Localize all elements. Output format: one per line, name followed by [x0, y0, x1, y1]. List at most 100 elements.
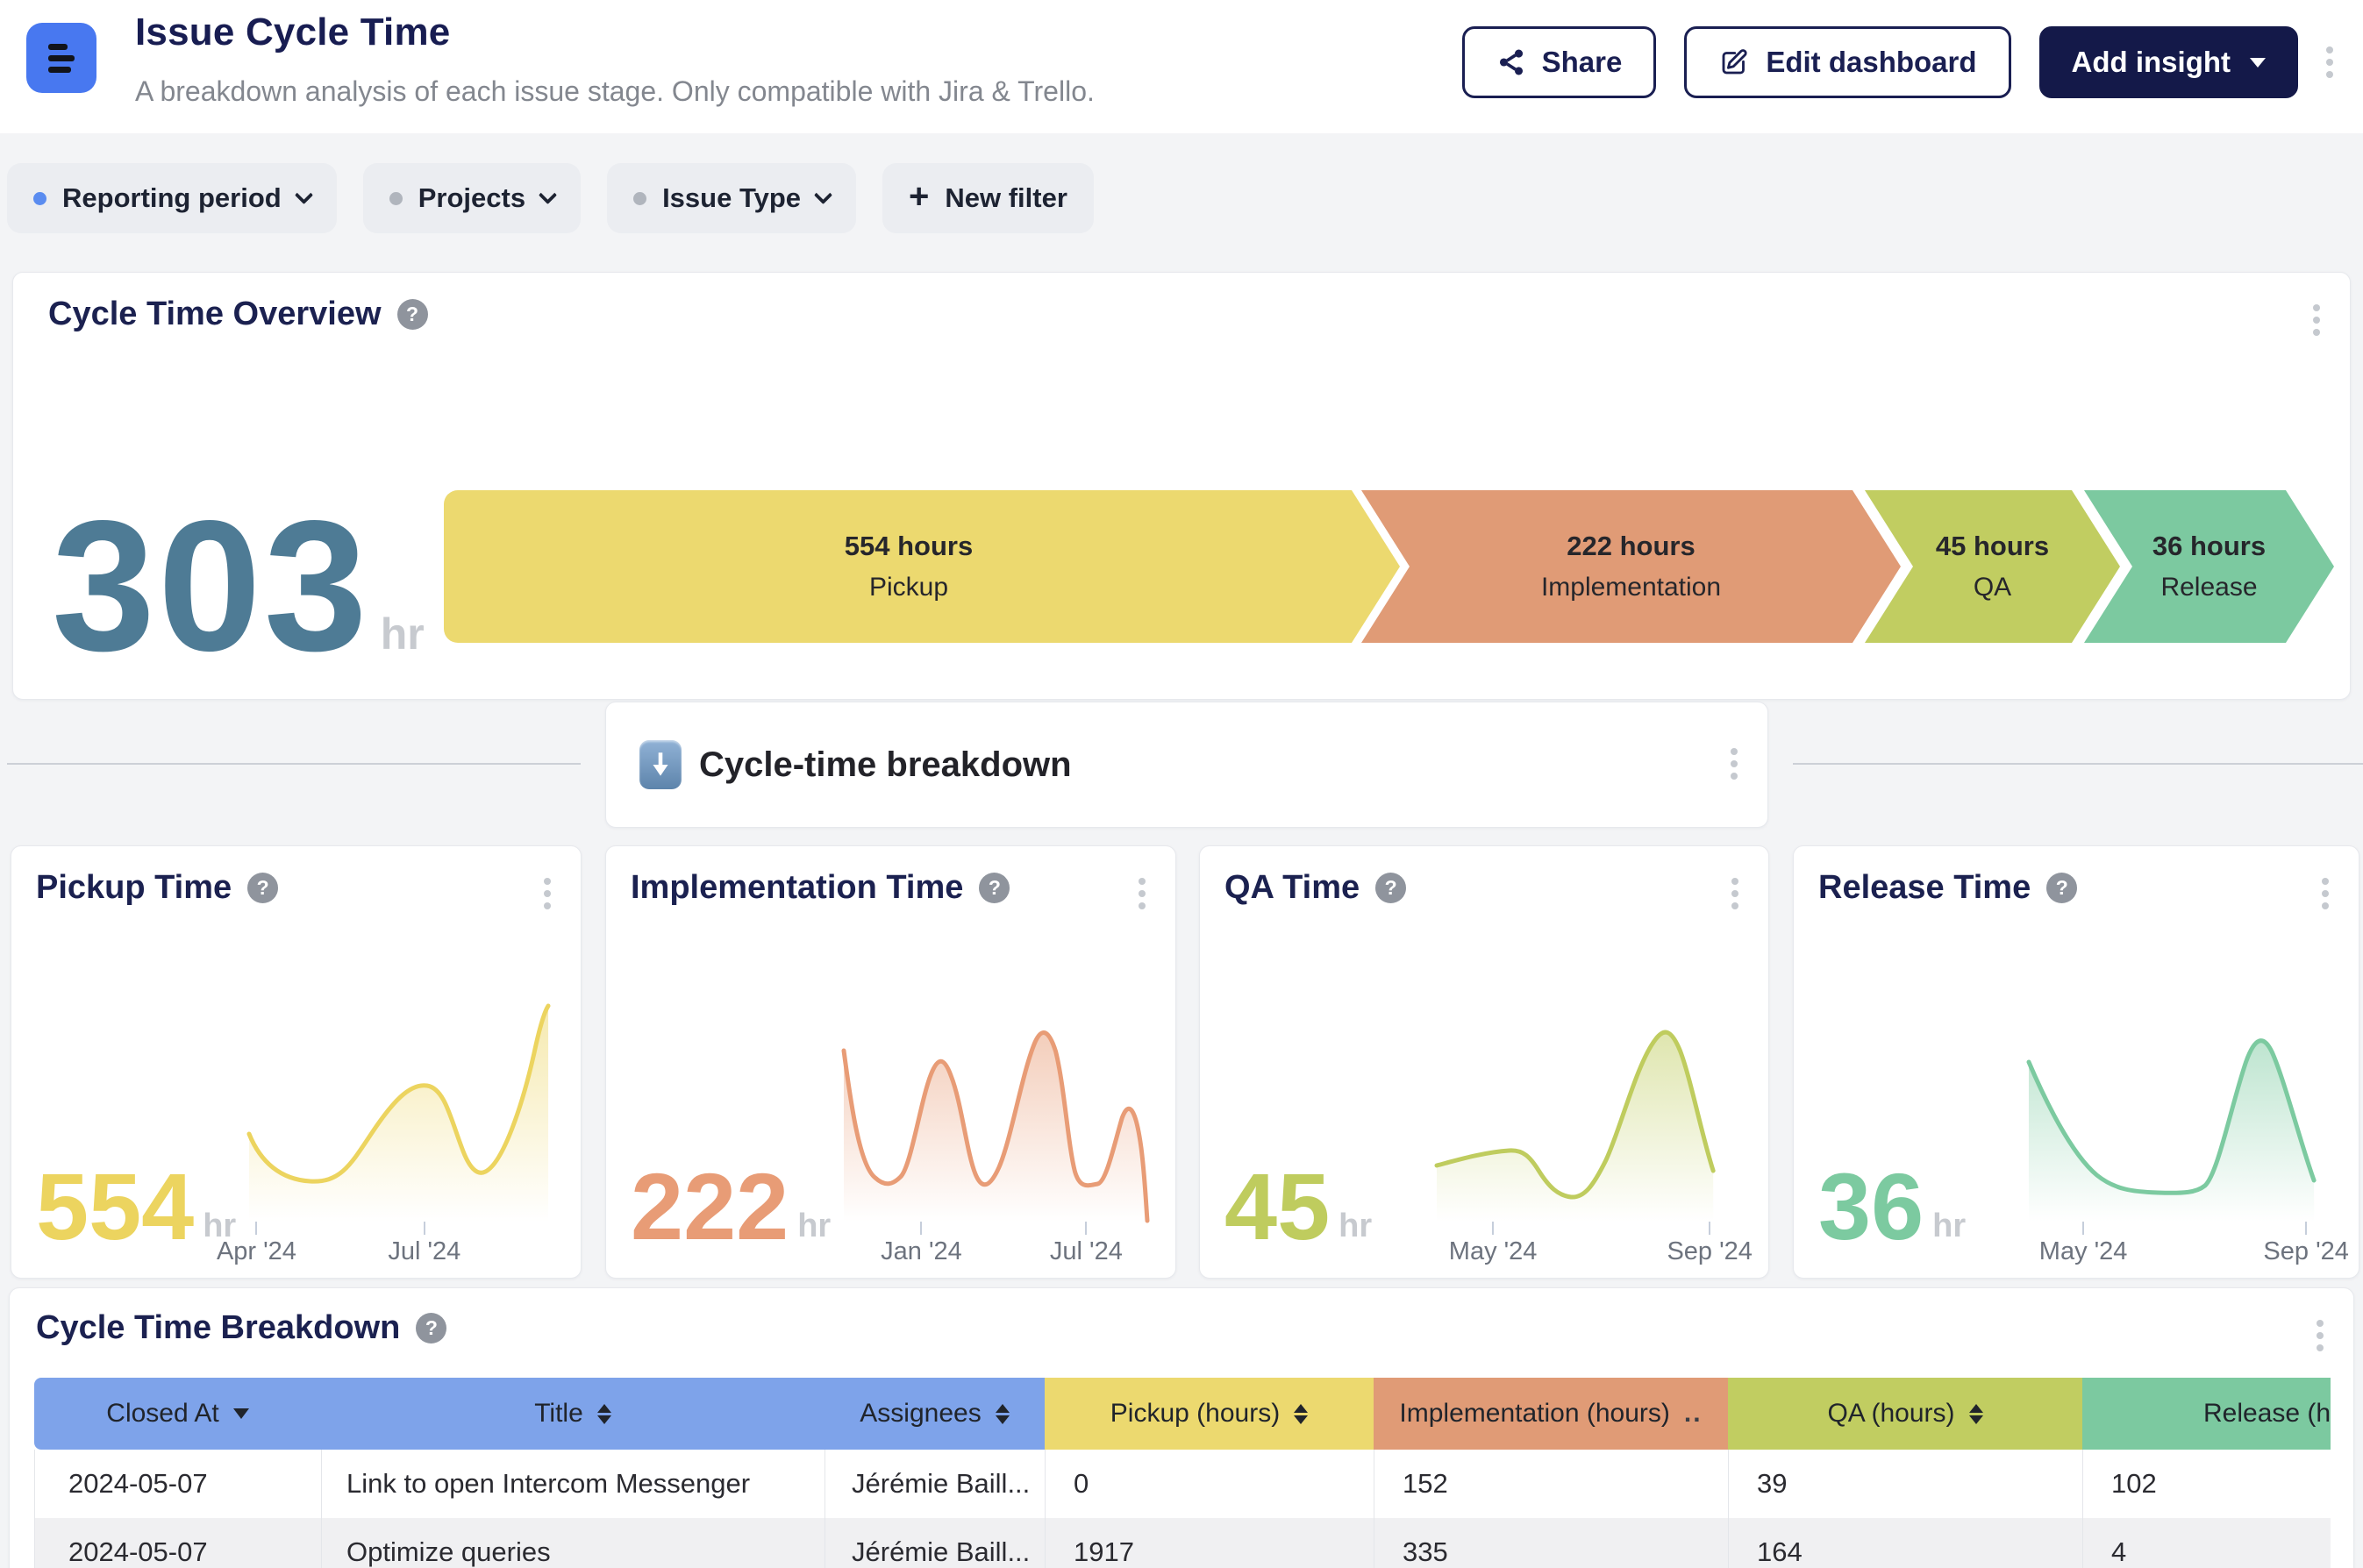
funnel-stage-implementation[interactable]: 222 hours Implementation — [1361, 490, 1901, 643]
edit-dashboard-button[interactable]: Edit dashboard — [1684, 26, 2010, 98]
metric-value: 36 hr — [1818, 1169, 1966, 1244]
cell-assignees: Jérémie Baill... — [825, 1450, 1045, 1518]
filter-reporting-period[interactable]: Reporting period — [7, 163, 337, 233]
overview-card-title: Cycle Time Overview — [48, 296, 382, 333]
axis-tick-label: Jul '24 — [1050, 1237, 1123, 1266]
page-title: Issue Cycle Time — [135, 11, 450, 54]
metric-card-title: Implementation Time — [631, 869, 963, 907]
funnel-stage-qa[interactable]: 45 hours QA — [1865, 490, 2120, 643]
cell-title: Optimize queries — [321, 1518, 825, 1568]
column-header-closed-at[interactable]: Closed At — [34, 1378, 321, 1450]
filter-bar: Reporting period Projects Issue Type + N… — [7, 163, 1094, 233]
pickup-sparkline-chart — [247, 1002, 553, 1222]
qa-time-card: QA Time May '24 Sep '24 45 hr — [1199, 845, 1769, 1279]
release-sparkline-chart — [2025, 1002, 2331, 1222]
section-divider-left — [7, 763, 581, 765]
cell-closed-at: 2024-05-07 — [34, 1518, 321, 1568]
overview-more-options-icon[interactable] — [2313, 304, 2320, 336]
new-filter-button[interactable]: + New filter — [882, 163, 1094, 233]
help-icon[interactable] — [1375, 873, 1406, 903]
sort-desc-icon — [233, 1408, 249, 1419]
column-header-release-hours[interactable]: Release (hours) — [2082, 1378, 2331, 1450]
chevron-down-icon — [2250, 58, 2266, 68]
axis-tick-label: Sep '24 — [2263, 1237, 2348, 1266]
table-row[interactable]: 2024-05-07 Optimize queries Jérémie Bail… — [34, 1518, 2331, 1568]
cell-release-hours: 102 — [2082, 1450, 2331, 1518]
cell-implementation-hours: 152 — [1374, 1450, 1728, 1518]
cycle-funnel-chart: 554 hours Pickup 222 hours Implementatio… — [13, 490, 2350, 643]
plus-icon: + — [909, 179, 929, 214]
cycle-time-overview-card: Cycle Time Overview 303 hr 554 hours Pic… — [12, 272, 2351, 700]
page-more-options-icon[interactable] — [2326, 46, 2333, 78]
filter-issue-type[interactable]: Issue Type — [607, 163, 856, 233]
metric-card-title: Release Time — [1818, 869, 2031, 907]
add-insight-button[interactable]: Add insight — [2039, 26, 2298, 98]
column-header-assignees[interactable]: Assignees — [825, 1378, 1045, 1450]
sort-icon — [1969, 1404, 1983, 1424]
x-axis: May '24 Sep '24 — [2025, 1222, 2331, 1265]
help-icon[interactable] — [979, 873, 1010, 903]
table-more-options-icon[interactable] — [2317, 1320, 2324, 1351]
banner-more-options-icon[interactable] — [1731, 748, 1738, 780]
cell-closed-at: 2024-05-07 — [34, 1450, 321, 1518]
help-icon[interactable] — [2046, 873, 2077, 903]
edit-icon — [1718, 46, 1750, 78]
table-row[interactable]: 2024-05-07 Link to open Intercom Messeng… — [34, 1450, 2331, 1518]
share-icon — [1496, 47, 1526, 77]
funnel-stage-pickup[interactable]: 554 hours Pickup — [444, 490, 1400, 643]
filter-projects[interactable]: Projects — [363, 163, 581, 233]
x-axis: May '24 Sep '24 — [1435, 1222, 1740, 1265]
header-actions: Share Edit dashboard Add insight — [1462, 26, 2333, 98]
column-header-implementation-hours[interactable]: Implementation (hours) .. — [1374, 1378, 1728, 1450]
metric-more-options-icon[interactable] — [544, 878, 551, 909]
sort-icon — [1294, 1404, 1308, 1424]
chevron-down-icon — [539, 185, 557, 203]
x-axis: Apr '24 Jul '24 — [247, 1222, 553, 1265]
sort-icon — [597, 1404, 611, 1424]
metric-value: 45 hr — [1224, 1169, 1372, 1244]
cycle-time-breakdown-table-card: Cycle Time Breakdown Closed At Title Ass… — [9, 1287, 2354, 1568]
section-divider-right — [1793, 763, 2363, 765]
help-icon[interactable] — [416, 1313, 446, 1343]
metric-card-title: QA Time — [1224, 869, 1360, 907]
cell-pickup-hours: 1917 — [1045, 1518, 1374, 1568]
table-title: Cycle Time Breakdown — [36, 1309, 400, 1347]
pickup-time-card: Pickup Time Apr '24 Jul '24 554 hr — [11, 845, 582, 1279]
column-header-qa-hours[interactable]: QA (hours) — [1728, 1378, 2082, 1450]
axis-tick-label: Sep '24 — [1667, 1237, 1752, 1266]
help-icon[interactable] — [247, 873, 278, 903]
qa-sparkline-chart — [1435, 1002, 1740, 1222]
down-arrow-icon — [639, 740, 682, 789]
column-header-pickup-hours[interactable]: Pickup (hours) — [1045, 1378, 1374, 1450]
cell-pickup-hours: 0 — [1045, 1450, 1374, 1518]
chevron-down-icon — [295, 185, 313, 203]
banner-title: Cycle-time breakdown — [699, 745, 1072, 785]
menu-icon[interactable] — [26, 23, 96, 93]
column-header-title[interactable]: Title — [321, 1378, 825, 1450]
sort-icon-clipped: .. — [1684, 1399, 1703, 1429]
cell-assignees: Jérémie Baill... — [825, 1518, 1045, 1568]
axis-tick-label: Jan '24 — [881, 1237, 962, 1266]
cell-qa-hours: 164 — [1728, 1518, 2082, 1568]
share-button[interactable]: Share — [1462, 26, 1657, 98]
metric-more-options-icon[interactable] — [1731, 878, 1738, 909]
axis-tick-label: Jul '24 — [388, 1237, 460, 1266]
filter-dot — [633, 192, 646, 205]
funnel-stage-release[interactable]: 36 hours Release — [2084, 490, 2334, 643]
metric-card-title: Pickup Time — [36, 869, 232, 907]
top-bar: Issue Cycle Time A breakdown analysis of… — [0, 0, 2363, 133]
help-icon[interactable] — [397, 299, 428, 330]
metric-more-options-icon[interactable] — [1139, 878, 1146, 909]
chevron-down-icon — [814, 185, 832, 203]
axis-tick-label: May '24 — [2039, 1237, 2128, 1266]
table-header-row: Closed At Title Assignees Pickup (hours)… — [34, 1378, 2331, 1450]
cell-qa-hours: 39 — [1728, 1450, 2082, 1518]
metric-more-options-icon[interactable] — [2322, 878, 2329, 909]
cell-title: Link to open Intercom Messenger — [321, 1450, 825, 1518]
metric-value: 554 hr — [36, 1169, 236, 1244]
implementation-sparkline-chart — [842, 1002, 1147, 1222]
filter-dot — [389, 192, 403, 205]
axis-tick-label: May '24 — [1449, 1237, 1538, 1266]
cycle-time-breakdown-banner: Cycle-time breakdown — [605, 702, 1768, 828]
metric-value: 222 hr — [631, 1169, 831, 1244]
